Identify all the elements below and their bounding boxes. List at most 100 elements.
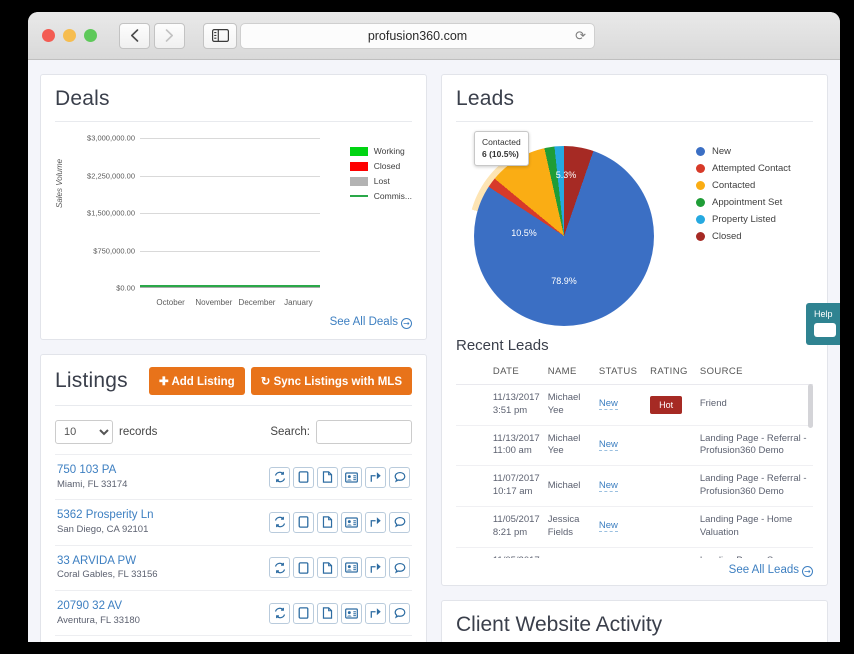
pie-label-contacted: 10.5% — [511, 228, 537, 238]
document-icon[interactable] — [317, 511, 338, 533]
row-flag — [456, 465, 489, 507]
sync-icon[interactable] — [269, 557, 290, 579]
browser-titlebar: profusion360.com ⟳ — [28, 12, 840, 60]
listing-address[interactable]: 5362 Prosperity Ln — [57, 508, 154, 524]
share-icon[interactable] — [365, 466, 386, 488]
cell-source: Friend — [695, 384, 813, 426]
table-row[interactable]: 11/07/2017 10:17 am Michael New Landing P… — [456, 465, 813, 507]
cell-name[interactable]: Michael Yee — [543, 425, 595, 467]
document-icon[interactable] — [317, 602, 338, 624]
y-tick: $1,500,000.00 — [87, 208, 135, 218]
sync-icon[interactable] — [269, 466, 290, 488]
legend-label: Closed — [373, 161, 401, 171]
back-button[interactable] — [119, 22, 150, 49]
tooltip-value: 6 (10.5%) — [482, 149, 519, 160]
col-status: STATUS — [594, 362, 647, 385]
help-tab[interactable]: Help — [806, 303, 840, 345]
add-listing-button[interactable]: ✚ Add Listing — [149, 367, 245, 395]
listing-city: Aventura, FL 33180 — [57, 614, 140, 626]
legend-swatch-closed — [349, 161, 368, 171]
legend-swatch-commission — [349, 195, 368, 197]
cell-name[interactable]: Chris Ray — [543, 547, 595, 558]
cell-status[interactable]: New — [594, 425, 647, 467]
legend-item: Commis... — [349, 191, 412, 201]
share-icon[interactable] — [365, 511, 386, 533]
minimize-window-button[interactable] — [63, 29, 76, 42]
listing-row[interactable]: 750 103 PA Miami, FL 33174 — [55, 454, 412, 499]
col-source: SOURCE — [695, 362, 813, 385]
x-tick: January — [284, 298, 313, 307]
address-bar[interactable]: profusion360.com ⟳ — [240, 23, 595, 49]
sync-listings-button[interactable]: ↻ Sync Listings with MLS — [250, 367, 412, 395]
recent-leads-scrollbar[interactable] — [808, 384, 813, 428]
divider — [456, 121, 813, 122]
cell-date: 11/13/2017 11:00 am — [488, 425, 544, 467]
cell-name[interactable]: Michael Yee — [543, 384, 595, 426]
cell-status[interactable]: New — [594, 384, 647, 426]
listing-city: Coral Gables, FL 33156 — [57, 569, 158, 581]
forward-button[interactable] — [154, 22, 185, 49]
share-icon[interactable] — [365, 602, 386, 624]
cell-status[interactable]: New — [594, 506, 647, 548]
legend-item: Closed — [349, 161, 412, 171]
y-tick: $0.00 — [116, 283, 135, 293]
comment-icon[interactable] — [389, 602, 410, 624]
sync-listings-label: Sync Listings with MLS — [273, 376, 402, 388]
table-row[interactable]: 11/05/2017 8:21 pm Jessica Fields New Lan… — [456, 506, 813, 548]
comment-icon[interactable] — [389, 557, 410, 579]
document-icon[interactable] — [317, 557, 338, 579]
listing-row[interactable]: 5362 Prosperity Ln San Diego, CA 92101 — [55, 499, 412, 544]
legend-dot-contacted — [696, 181, 705, 190]
see-all-leads-label: See All Leads — [728, 564, 799, 576]
close-window-button[interactable] — [42, 29, 55, 42]
search-label: Search: — [270, 426, 310, 438]
cell-name[interactable]: Jessica Fields — [543, 506, 595, 548]
listing-row[interactable]: 20790 32 AV Aventura, FL 33180 — [55, 589, 412, 635]
legend-item: Working — [349, 146, 412, 156]
listing-row[interactable]: 33 ARVIDA PW Coral Gables, FL 33156 — [55, 544, 412, 590]
vcard-icon[interactable] — [341, 466, 362, 488]
tablet-icon[interactable] — [293, 602, 314, 624]
cell-status[interactable]: New — [594, 465, 647, 507]
listing-row[interactable]: 528 37 PL Homestead, FL 33033 — [55, 635, 412, 642]
legend-item: Appointment Set — [696, 197, 791, 208]
table-row[interactable]: 11/13/2017 3:51 pm Michael Yee New Hot Fr… — [456, 384, 813, 426]
legend-label: Attempted Contact — [712, 163, 791, 174]
listing-address[interactable]: 750 103 PA — [57, 463, 127, 479]
vcard-icon[interactable] — [341, 511, 362, 533]
vcard-icon[interactable] — [341, 557, 362, 579]
records-per-page-select[interactable]: 10 — [55, 420, 113, 444]
listing-city: Miami, FL 33174 — [57, 478, 128, 490]
commission-line — [140, 285, 320, 287]
see-all-leads-link[interactable]: See All Leads ➞ — [456, 558, 813, 577]
see-all-deals-link[interactable]: See All Deals ➞ — [55, 310, 412, 329]
cell-status[interactable]: New — [594, 547, 647, 558]
tablet-icon[interactable] — [293, 466, 314, 488]
legend-dot-appointment-set — [696, 198, 705, 207]
sync-icon[interactable] — [269, 511, 290, 533]
listing-address[interactable]: 20790 32 AV — [57, 599, 140, 615]
tablet-icon[interactable] — [293, 511, 314, 533]
listing-address[interactable]: 33 ARVIDA PW — [57, 554, 158, 570]
table-row[interactable]: 11/13/2017 11:00 am Michael Yee New Landi… — [456, 425, 813, 467]
document-icon[interactable] — [317, 466, 338, 488]
table-row[interactable]: new 11/05/20177:14 pm Chris Ray New Land… — [456, 547, 813, 558]
maximize-window-button[interactable] — [84, 29, 97, 42]
y-tick: $750,000.00 — [93, 246, 135, 255]
listings-controls: 10 records Search: — [55, 412, 412, 454]
leads-pie-chart: 78.9% 10.5% 5.3% Contacted 6 (10.5%) New… — [456, 128, 813, 333]
navigation-buttons — [119, 22, 185, 49]
vcard-icon[interactable] — [341, 602, 362, 624]
search-input[interactable] — [316, 420, 412, 444]
pie-tooltip: Contacted 6 (10.5%) — [474, 131, 529, 166]
sidebar-toggle-button[interactable] — [203, 22, 237, 49]
reload-icon[interactable]: ⟳ — [575, 28, 586, 44]
comment-icon[interactable] — [389, 466, 410, 488]
cell-name[interactable]: Michael — [543, 465, 595, 507]
share-icon[interactable] — [365, 557, 386, 579]
tooltip-label: Contacted — [482, 137, 521, 147]
tablet-icon[interactable] — [293, 557, 314, 579]
comment-icon[interactable] — [389, 511, 410, 533]
help-input-box[interactable] — [814, 323, 836, 337]
sync-icon[interactable] — [269, 602, 290, 624]
